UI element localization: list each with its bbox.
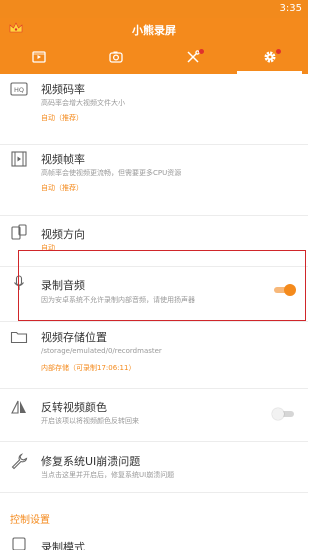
tab-tools[interactable] [154,40,231,74]
status-bar: 3:35 [0,0,308,18]
wrench-icon [11,453,28,470]
setting-video-bitrate[interactable]: HQ 视频码率 高码率会增大视频文件大小 自动（推荐） [0,74,308,144]
setting-video-framerate[interactable]: 视频帧率 高帧率会使视频更流畅，但需要更多CPU资源 自动（推荐） [0,145,308,215]
toggle-knob [272,408,284,420]
hq-icon: HQ [10,82,28,96]
tab-bar [0,40,308,74]
flip-icon [11,400,26,414]
setting-subtitle: /storage/emulated/0/recordmaster [41,347,162,355]
tab-settings[interactable] [231,40,308,74]
setting-subtitle: 因为安卓系统不允许录制内部音频，请使用扬声器 [41,296,195,304]
tab-videos[interactable] [0,40,77,74]
svg-text:HQ: HQ [14,86,24,94]
app-title: 小熊录屏 [132,24,176,37]
setting-title: 视频帧率 [41,153,85,166]
setting-title: 视频存储位置 [41,331,107,344]
record-mode-icon [12,537,26,550]
setting-title: 录制音频 [41,279,85,292]
toggle-knob [284,284,296,296]
setting-subtitle: 高帧率会使视频更流畅，但需要更多CPU资源 [41,169,182,177]
setting-value: 内部存储（可录制17:06:11） [41,364,136,372]
phone-rotate-icon [11,224,27,240]
status-time: 3:35 [279,3,302,14]
camera-icon [108,51,123,63]
setting-value: 自动（推荐） [41,184,83,192]
invert-colors-toggle[interactable] [272,408,296,420]
setting-title: 录制模式 [41,541,85,550]
record-audio-toggle[interactable] [272,284,296,296]
setting-value: 自动（推荐） [41,114,83,122]
film-strip-icon [11,151,27,167]
setting-storage-location[interactable]: 视频存储位置 /storage/emulated/0/recordmaster … [0,322,308,388]
setting-title: 视频方向 [41,228,85,241]
setting-fix-ui-crash[interactable]: 修复系统UI崩溃问题 当点击这里并开启后，修复系统UI崩溃问题 [0,442,308,492]
setting-subtitle: 高码率会增大视频文件大小 [41,99,125,107]
section-header-control: 控制设置 [10,515,50,526]
microphone-icon [14,275,24,290]
setting-video-orientation[interactable]: 视频方向 自动 [0,216,308,266]
notification-dot [275,49,281,54]
tab-screenshots[interactable] [77,40,154,74]
folder-icon [10,331,28,344]
film-icon [31,51,46,63]
setting-title: 修复系统UI崩溃问题 [41,455,141,468]
setting-record-mode[interactable]: 录制模式 [0,526,308,550]
setting-subtitle: 开启该项以将视频颜色反转回来 [41,417,139,425]
notification-dot [198,49,204,54]
app-bar: 小熊录屏 [0,18,308,40]
setting-value: 自动 [41,244,55,252]
setting-subtitle: 当点击这里并开启后，修复系统UI崩溃问题 [41,471,175,479]
divider [0,492,308,493]
setting-record-audio[interactable]: 录制音频 因为安卓系统不允许录制内部音频，请使用扬声器 [0,267,308,321]
setting-title: 反转视频颜色 [41,401,107,414]
setting-title: 视频码率 [41,83,85,96]
setting-invert-colors[interactable]: 反转视频颜色 开启该项以将视频颜色反转回来 [0,389,308,441]
